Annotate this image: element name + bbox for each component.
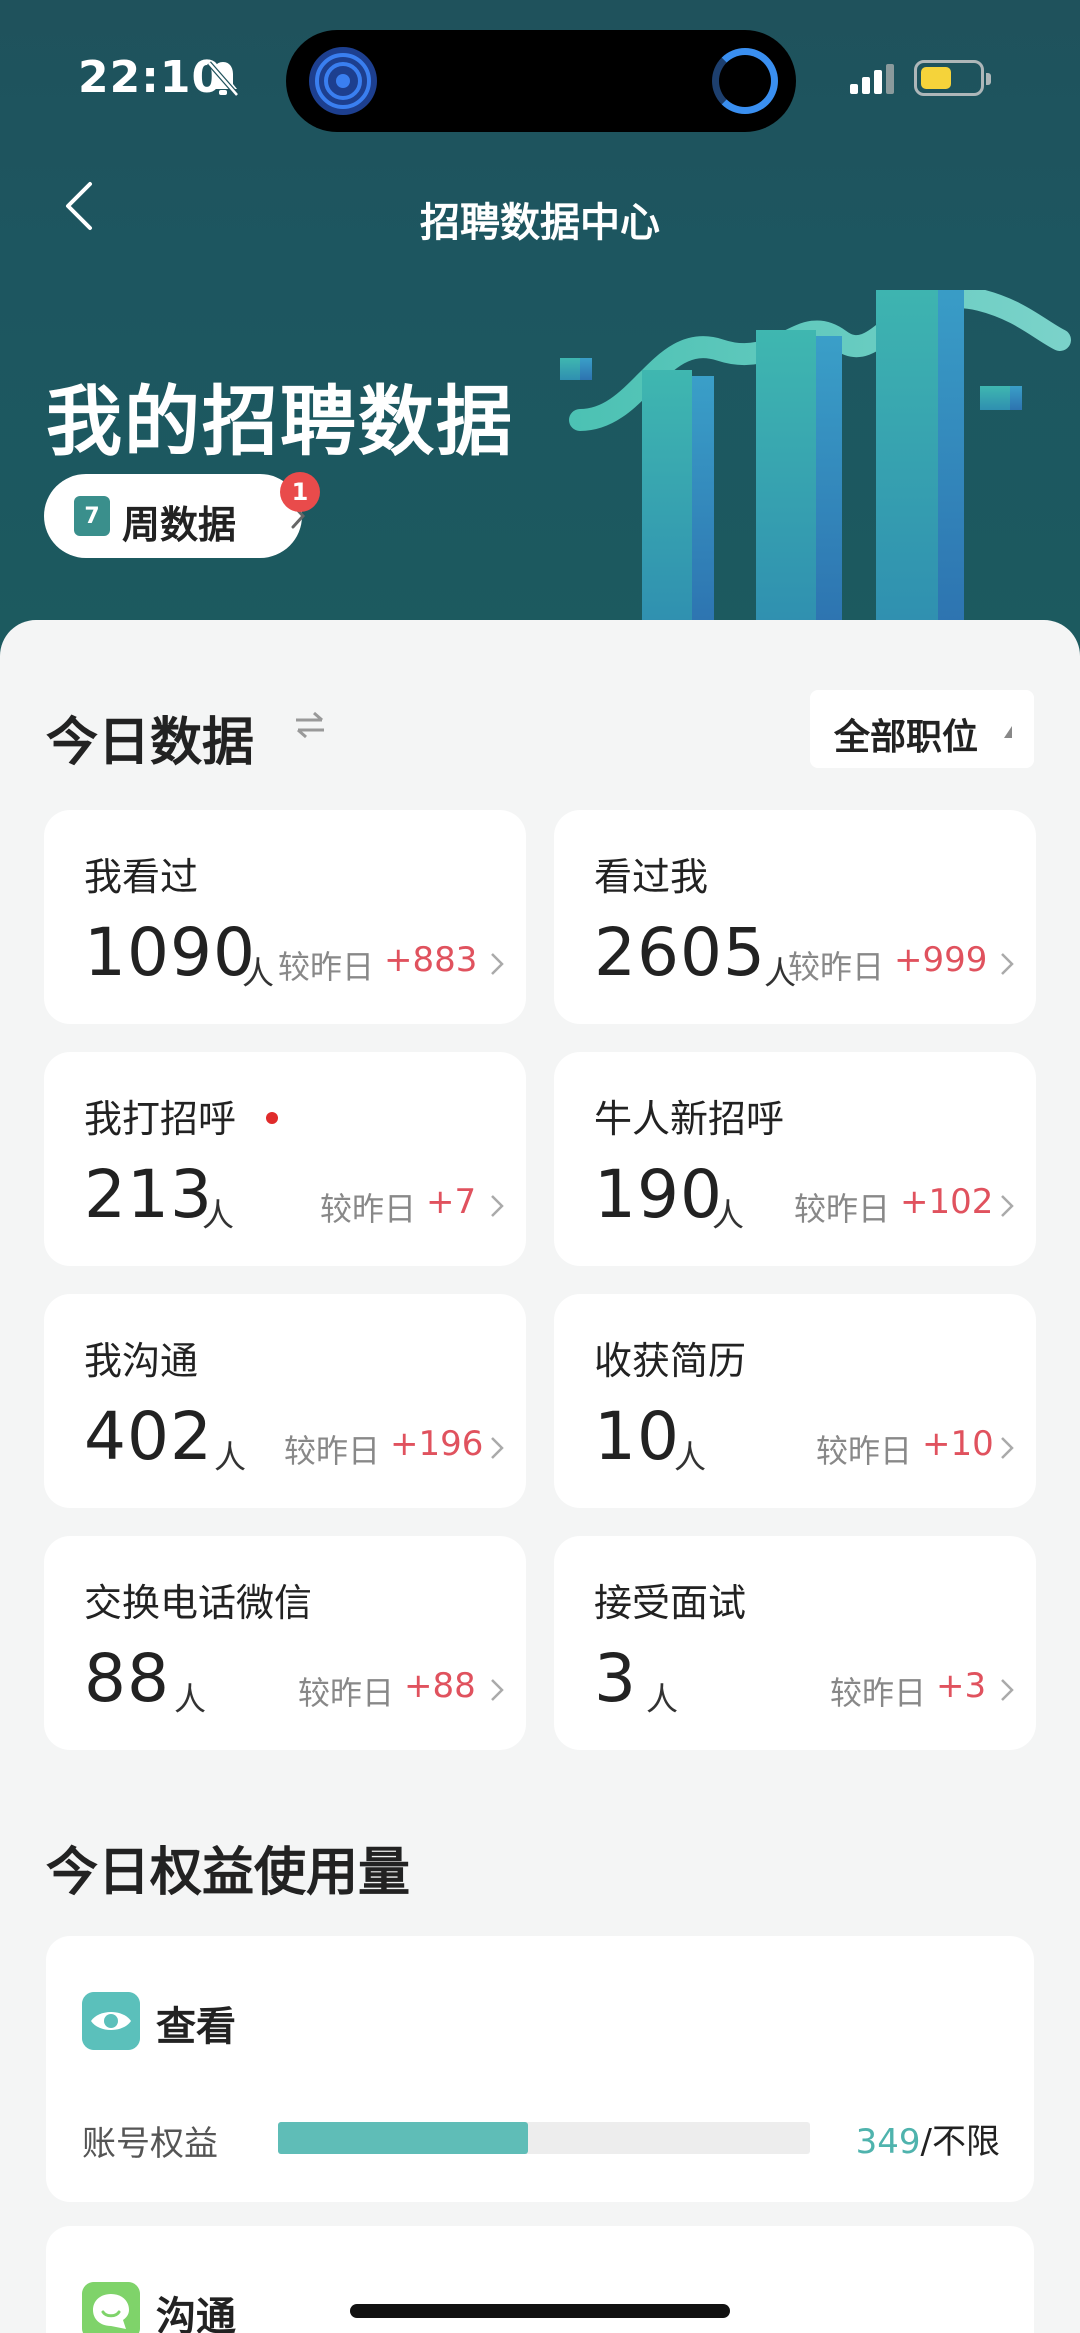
battery-icon bbox=[914, 60, 991, 96]
stat-value: 2605 bbox=[594, 914, 766, 991]
airdrop-icon bbox=[309, 47, 377, 115]
stat-delta: +3 bbox=[936, 1666, 987, 1706]
stat-unit: 人 bbox=[712, 1196, 745, 1234]
stat-label: 接受面试 bbox=[594, 1581, 747, 1625]
today-data-title: 今日数据 bbox=[46, 713, 255, 773]
stat-card-viewed[interactable]: 我看过 1090 人 较昨日 +883 bbox=[44, 810, 526, 1024]
stat-compare-label: 较昨日 bbox=[320, 1190, 417, 1228]
dropdown-triangle-icon bbox=[1004, 726, 1012, 738]
stat-delta: +7 bbox=[426, 1182, 477, 1222]
week-data-button[interactable]: 7 周数据 bbox=[44, 474, 306, 558]
usage-used: 349 bbox=[855, 2122, 921, 2162]
chevron-right-icon bbox=[1001, 1195, 1014, 1217]
stat-unit: 人 bbox=[202, 1196, 235, 1234]
chevron-right-icon bbox=[491, 953, 504, 975]
benefit-name: 沟通 bbox=[156, 2294, 236, 2333]
stat-unit: 人 bbox=[646, 1680, 679, 1718]
chevron-right-icon bbox=[1001, 1437, 1014, 1459]
stat-value: 88 bbox=[84, 1640, 170, 1717]
stat-delta: +196 bbox=[390, 1424, 484, 1464]
benefit-card-view[interactable]: 查看 账号权益 349/不限 bbox=[46, 1936, 1034, 2202]
stat-compare-label: 较昨日 bbox=[794, 1190, 891, 1228]
stat-unit: 人 bbox=[174, 1680, 207, 1718]
mute-bell-icon bbox=[207, 61, 239, 97]
usage-progress-bar bbox=[278, 2122, 529, 2154]
chevron-right-icon bbox=[491, 1195, 504, 1217]
unread-dot bbox=[266, 1112, 278, 1124]
home-indicator[interactable] bbox=[350, 2304, 730, 2318]
chevron-right-icon bbox=[1001, 1679, 1014, 1701]
benefit-row-label: 账号权益 bbox=[82, 2124, 218, 2164]
benefits-title: 今日权益使用量 bbox=[46, 1843, 411, 1903]
eye-icon bbox=[82, 1992, 140, 2050]
stat-unit: 人 bbox=[214, 1438, 247, 1476]
stat-value: 10 bbox=[594, 1398, 680, 1475]
stat-delta: +883 bbox=[384, 940, 478, 980]
hero-title: 我的招聘数据 bbox=[46, 377, 514, 466]
status-time: 22:10 bbox=[78, 52, 224, 103]
stat-value: 213 bbox=[84, 1156, 213, 1233]
stat-card-greeted[interactable]: 我打招呼 213 人 较昨日 +7 bbox=[44, 1052, 526, 1266]
calendar-icon: 7 bbox=[74, 496, 110, 536]
chevron-right-icon bbox=[491, 1679, 504, 1701]
usage-count: 349/不限 bbox=[856, 2114, 1000, 2163]
stat-value: 190 bbox=[594, 1156, 723, 1233]
progress-ring-icon bbox=[712, 48, 778, 114]
stat-compare-label: 较昨日 bbox=[284, 1432, 381, 1470]
dynamic-island bbox=[286, 30, 796, 132]
stat-delta: +999 bbox=[894, 940, 988, 980]
position-filter-label: 全部职位 bbox=[834, 717, 979, 758]
notification-badge: 1 bbox=[280, 472, 320, 512]
page-title: 招聘数据中心 bbox=[420, 200, 660, 246]
stat-delta: +10 bbox=[922, 1424, 994, 1464]
hero-header: 22:10 招聘数据中心 我的招聘数据 7 周数据 1 bbox=[0, 0, 1080, 660]
stat-value: 3 bbox=[594, 1640, 637, 1717]
chevron-right-icon bbox=[1001, 953, 1014, 975]
stat-compare-label: 较昨日 bbox=[830, 1674, 927, 1712]
stat-compare-label: 较昨日 bbox=[278, 948, 375, 986]
stat-compare-label: 较昨日 bbox=[816, 1432, 913, 1470]
stat-label: 我看过 bbox=[84, 855, 199, 899]
swap-icon[interactable] bbox=[292, 710, 328, 740]
stat-card-viewed-me[interactable]: 看过我 2605 人 较昨日 +999 bbox=[554, 810, 1036, 1024]
stat-unit: 人 bbox=[242, 954, 275, 992]
signal-icon bbox=[850, 64, 894, 94]
stat-card-resumes[interactable]: 收获简历 10 人 较昨日 +10 bbox=[554, 1294, 1036, 1508]
usage-limit: /不限 bbox=[920, 2122, 1000, 2162]
stat-label: 我打招呼 bbox=[84, 1097, 237, 1141]
stat-compare-label: 较昨日 bbox=[298, 1674, 395, 1712]
chevron-right-icon bbox=[491, 1437, 504, 1459]
usage-progress-track bbox=[278, 2122, 810, 2154]
stat-card-interviews[interactable]: 接受面试 3 人 较昨日 +3 bbox=[554, 1536, 1036, 1750]
week-data-label: 周数据 bbox=[122, 503, 237, 547]
benefit-name: 查看 bbox=[156, 2004, 236, 2050]
position-filter-dropdown[interactable]: 全部职位 bbox=[810, 690, 1034, 768]
chat-bubble-icon bbox=[82, 2282, 140, 2333]
stat-unit: 人 bbox=[674, 1438, 707, 1476]
stat-card-new-greetings[interactable]: 牛人新招呼 190 人 较昨日 +102 bbox=[554, 1052, 1036, 1266]
stat-value: 1090 bbox=[84, 914, 256, 991]
stat-compare-label: 较昨日 bbox=[788, 948, 885, 986]
stat-value: 402 bbox=[84, 1398, 213, 1475]
stat-label: 收获简历 bbox=[594, 1339, 747, 1383]
stat-label: 交换电话微信 bbox=[84, 1581, 313, 1625]
stat-card-exchange-contact[interactable]: 交换电话微信 88 人 较昨日 +88 bbox=[44, 1536, 526, 1750]
stat-delta: +102 bbox=[900, 1182, 994, 1222]
status-bar: 22:10 bbox=[0, 0, 1080, 150]
stat-delta: +88 bbox=[404, 1666, 476, 1706]
stat-label: 看过我 bbox=[594, 855, 709, 899]
stat-card-chat[interactable]: 我沟通 402 人 较昨日 +196 bbox=[44, 1294, 526, 1508]
stat-label: 我沟通 bbox=[84, 1339, 199, 1383]
stat-label: 牛人新招呼 bbox=[594, 1097, 785, 1141]
chart-illustration bbox=[560, 290, 1071, 630]
